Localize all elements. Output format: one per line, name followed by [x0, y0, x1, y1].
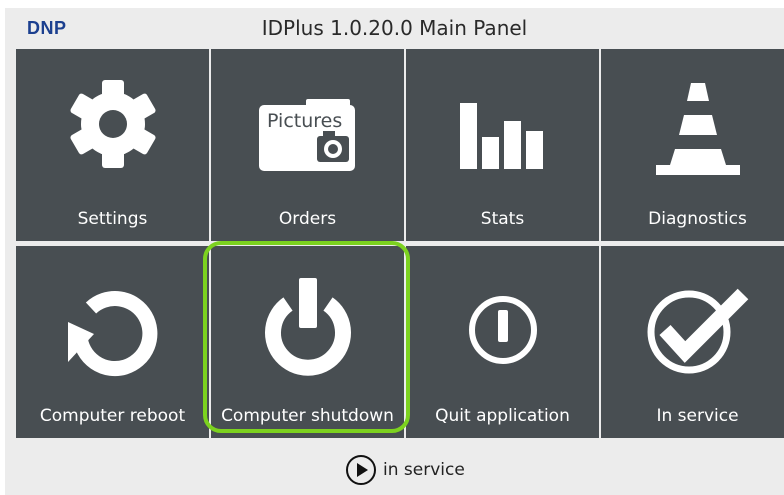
in-service-tile[interactable]: In service	[601, 246, 784, 438]
checkmark-icon	[601, 246, 784, 406]
stats-tile[interactable]: Stats	[406, 49, 599, 241]
diagnostics-label: Diagnostics	[648, 209, 747, 229]
status-bar: in service	[5, 445, 784, 495]
stats-label: Stats	[480, 209, 525, 229]
service-status-text: in service	[383, 460, 465, 480]
in-service-label: In service	[656, 406, 739, 426]
service-status[interactable]: in service	[345, 454, 465, 486]
quit-application-label: Quit application	[435, 406, 570, 426]
quit-application-tile[interactable]: Quit application	[406, 246, 599, 438]
diagnostics-tile[interactable]: Diagnostics	[601, 49, 784, 241]
computer-shutdown-label: Computer shutdown	[221, 406, 394, 426]
traffic-cone-icon	[601, 49, 784, 209]
settings-tile[interactable]: Settings	[16, 49, 209, 241]
pictures-camera-icon: Pictures	[211, 49, 404, 209]
play-circle-icon	[346, 455, 376, 485]
computer-reboot-label: Computer reboot	[39, 406, 186, 426]
settings-label: Settings	[77, 209, 148, 229]
orders-label: Orders	[278, 209, 337, 229]
bar-chart-icon	[406, 49, 599, 209]
quit-icon	[406, 246, 599, 406]
tile-grid: Settings Pictures Orders Stats Diagnosti…	[16, 49, 784, 443]
title-bar: DNP IDPlus 1.0.20.0 Main Panel	[5, 8, 784, 48]
main-panel-window: DNP IDPlus 1.0.20.0 Main Panel Settings …	[5, 8, 784, 495]
orders-tile[interactable]: Pictures Orders	[211, 49, 404, 241]
computer-shutdown-tile[interactable]: Computer shutdown	[211, 246, 404, 438]
pictures-text: Pictures	[267, 110, 342, 132]
power-icon	[211, 246, 404, 406]
window-title: IDPlus 1.0.20.0 Main Panel	[261, 16, 528, 40]
computer-reboot-tile[interactable]: Computer reboot	[16, 246, 209, 438]
reboot-icon	[16, 246, 209, 406]
gear-icon	[16, 49, 209, 209]
